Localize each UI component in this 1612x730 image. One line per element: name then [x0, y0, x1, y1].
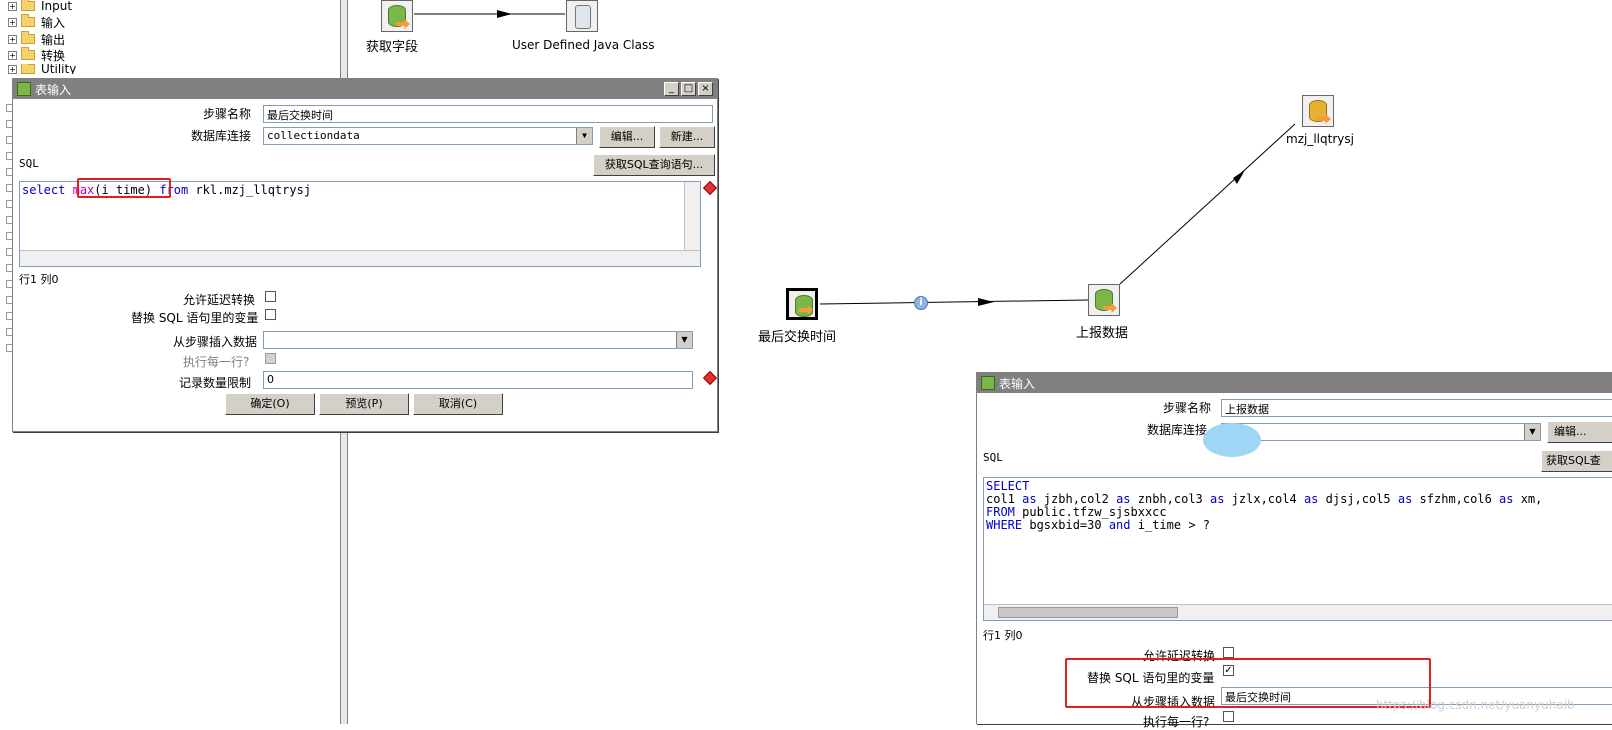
vertical-scrollbar[interactable]: [684, 182, 700, 250]
new-button[interactable]: 新建...: [659, 126, 715, 148]
sql-text[interactable]: SELECT col1 as jzbh,col2 as znbh,col3 as…: [986, 480, 1542, 532]
table-input-icon: [1088, 284, 1120, 316]
close-button[interactable]: ×: [698, 82, 713, 96]
step-output-table[interactable]: [1302, 95, 1334, 127]
get-sql-button[interactable]: 获取SQL查: [1541, 450, 1612, 472]
table-input-dialog-2: 表输入 步骤名称 上报数据 数据库连接 ▼ 编辑... SQL 获取SQL查 S…: [976, 372, 1612, 729]
watermark: https://blog.csdn.net/yuanyuhaib: [1376, 698, 1575, 712]
dialog-title: 表输入: [35, 82, 72, 97]
replace-vars-label: 替换 SQL 语句里的变量: [131, 311, 259, 325]
step-last-exchange-time[interactable]: [786, 288, 818, 320]
db-conn-label: 数据库连接: [191, 129, 252, 143]
step-name-input[interactable]: 上报数据: [1221, 399, 1612, 417]
step-label: 上报数据: [1076, 326, 1129, 341]
table-input-dialog-1: 表输入 _ □ × 步骤名称 最后交换时间 数据库连接 collectionda…: [12, 78, 718, 432]
limit-label: 记录数量限制: [179, 376, 252, 390]
step-report-data[interactable]: [1088, 284, 1120, 316]
scrollbar-thumb[interactable]: [998, 607, 1178, 618]
sql-editor[interactable]: SELECT col1 as jzbh,col2 as znbh,col3 as…: [983, 477, 1612, 621]
db-conn-select[interactable]: collectiondata ▼: [263, 127, 593, 145]
dropdown-arrow-icon[interactable]: ▼: [576, 128, 592, 144]
sql-label: SQL: [19, 157, 39, 170]
edit-button[interactable]: 编辑...: [599, 126, 655, 148]
table-output-icon: [1302, 95, 1334, 127]
db-conn-value: collectiondata: [267, 129, 360, 142]
dropdown-arrow-icon[interactable]: ▼: [676, 332, 692, 348]
warning-icon: [702, 370, 718, 386]
lazy-conversion-checkbox[interactable]: [265, 291, 276, 302]
step-label: 获取字段: [366, 40, 419, 55]
step-udjc[interactable]: [566, 0, 598, 32]
dialog-body: 步骤名称 最后交换时间 数据库连接 collectiondata ▼ 编辑...…: [13, 99, 718, 431]
lazy-conversion-label: 允许延迟转换: [183, 293, 256, 307]
cursor-position: 行1 列0: [983, 629, 1023, 642]
dialog-titlebar[interactable]: 表输入: [977, 373, 1612, 393]
dropdown-arrow-icon[interactable]: ▼: [1524, 424, 1540, 440]
db-conn-label: 数据库连接: [1147, 423, 1208, 437]
preview-button[interactable]: 预览(P): [319, 393, 409, 415]
edit-button[interactable]: 编辑...: [1547, 421, 1612, 443]
sql-label: SQL: [983, 451, 1003, 464]
highlight-box: [77, 178, 171, 198]
dialog-titlebar[interactable]: 表输入 _ □ ×: [13, 79, 717, 99]
execute-each-row-label: 执行每一行?: [183, 355, 250, 369]
step-name-label: 步骤名称: [1163, 401, 1212, 415]
cursor-position: 行1 列0: [19, 273, 59, 286]
horizontal-scrollbar[interactable]: [984, 604, 1612, 620]
dialog-body: 步骤名称 上报数据 数据库连接 ▼ 编辑... SQL 获取SQL查 SELEC…: [977, 393, 1612, 729]
maximize-button[interactable]: □: [681, 82, 696, 96]
step-label: 最后交换时间: [758, 330, 837, 345]
horizontal-scrollbar[interactable]: [20, 250, 700, 266]
table-input-icon: [981, 376, 995, 390]
replace-vars-checkbox[interactable]: [265, 309, 276, 320]
execute-each-row-label: 执行每一行?: [1143, 715, 1210, 729]
step-get-fields[interactable]: [381, 0, 413, 32]
limit-input[interactable]: 0: [263, 371, 693, 389]
table-input-icon: [786, 288, 818, 320]
warning-icon: [702, 180, 718, 196]
minimize-button[interactable]: _: [664, 82, 679, 96]
redaction-blob: [1203, 423, 1261, 457]
lazy-conversion-checkbox[interactable]: [1223, 647, 1234, 658]
db-conn-select[interactable]: ▼: [1221, 423, 1541, 441]
insert-from-step-label: 从步骤插入数据: [173, 335, 258, 349]
get-sql-button[interactable]: 获取SQL查询语句...: [593, 154, 715, 176]
dialog-title: 表输入: [999, 376, 1036, 391]
ok-button[interactable]: 确定(O): [225, 393, 315, 415]
step-name-label: 步骤名称: [203, 107, 252, 121]
script-icon: [566, 0, 598, 32]
table-input-icon: [17, 82, 31, 96]
info-icon[interactable]: i: [914, 296, 928, 310]
execute-each-row-checkbox[interactable]: [1223, 711, 1234, 722]
cancel-button[interactable]: 取消(C): [413, 393, 503, 415]
step-label: User Defined Java Class: [512, 38, 655, 52]
step-label: mzj_llqtrysj: [1286, 132, 1354, 146]
step-name-input[interactable]: 最后交换时间: [263, 105, 713, 123]
insert-from-step-select[interactable]: ▼: [263, 331, 693, 349]
table-input-icon: [381, 0, 413, 32]
execute-each-row-checkbox[interactable]: [265, 353, 276, 364]
